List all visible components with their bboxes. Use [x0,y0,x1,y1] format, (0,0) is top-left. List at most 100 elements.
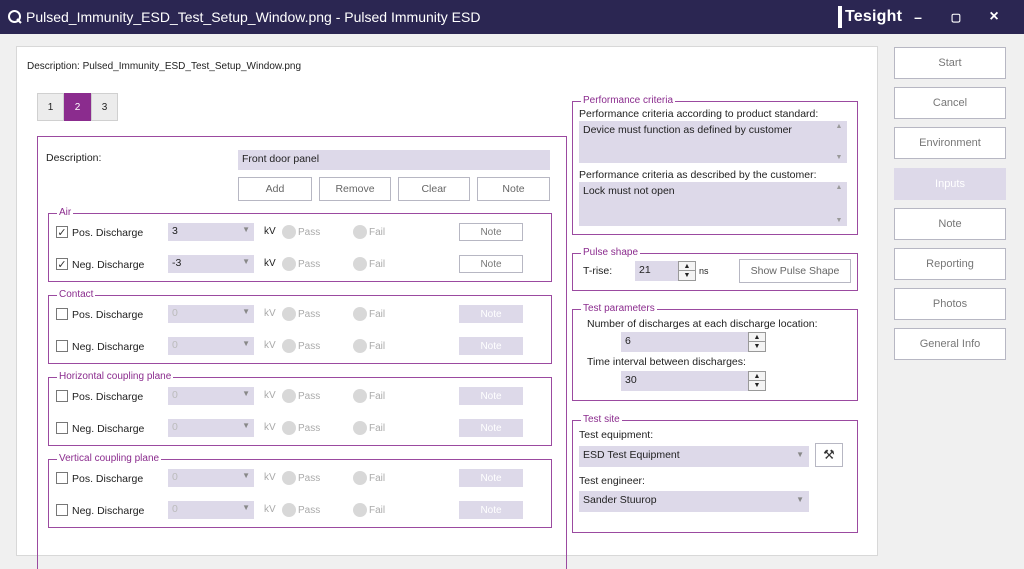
horizontal-neg-fail-label: Fail [369,423,386,434]
horizontal-neg-note-button[interactable]: Note [459,419,523,437]
vertical-pos-fail-label: Fail [369,473,386,484]
note-side-button[interactable]: Note [894,208,1006,240]
contact-pos-fail-radio[interactable] [353,307,367,321]
engineer-label: Test engineer: [579,475,645,487]
reporting-button[interactable]: Reporting [894,248,1006,280]
air-neg-checkbox[interactable]: ✓ [56,258,68,271]
remove-button[interactable]: Remove [319,177,391,201]
discharges-input[interactable]: 6 [621,332,749,352]
air-neg-fail-radio[interactable] [353,257,367,271]
customer-scrollbar[interactable]: ▲ ▼ [833,184,845,224]
air-group: Air ✓ Pos. Discharge 3 ▼ kV Pass Fail Not… [48,207,552,282]
vertical-pos-unit: kV [264,472,276,483]
air-pos-label: Pos. Discharge [72,227,144,239]
general-info-button[interactable]: General Info [894,328,1006,360]
tools-icon[interactable]: ⚒ [815,443,843,467]
engineer-select[interactable]: Sander Stuurop ▼ [579,491,809,512]
contact-neg-pass-radio[interactable] [282,339,296,353]
horizontal-neg-select[interactable]: 0 ▼ [168,419,254,437]
horizontal-neg-fail-radio[interactable] [353,421,367,435]
customer-label: Performance criteria as described by the… [579,169,817,181]
contact-neg-fail-radio[interactable] [353,339,367,353]
add-button[interactable]: Add [238,177,312,201]
inputs-button[interactable]: Inputs [894,168,1006,200]
trise-input[interactable]: 21 [635,261,679,281]
photos-button[interactable]: Photos [894,288,1006,320]
vertical-neg-fail-radio[interactable] [353,503,367,517]
air-neg-row: ✓ Neg. Discharge -3 ▼ kV Pass Fail Note [49,254,551,274]
horizontal-pos-unit: kV [264,390,276,401]
contact-pos-pass-radio[interactable] [282,307,296,321]
environment-button[interactable]: Environment [894,127,1006,159]
air-pos-unit: kV [264,226,276,237]
contact-neg-label: Neg. Discharge [72,341,145,353]
air-neg-pass-radio[interactable] [282,257,296,271]
interval-spinner[interactable]: ▲ ▼ [748,371,766,391]
air-pos-note-button[interactable]: Note [459,223,523,241]
horizontal-pos-select[interactable]: 0 ▼ [168,387,254,405]
note-button[interactable]: Note [477,177,550,201]
horizontal-neg-label: Neg. Discharge [72,423,145,435]
horizontal-neg-pass-radio[interactable] [282,421,296,435]
maximize-button[interactable]: ▢ [946,8,966,26]
vertical-neg-checkbox[interactable] [56,504,68,516]
horizontal-neg-pass-label: Pass [298,423,321,434]
description-input[interactable]: Front door panel [238,150,550,170]
vertical-neg-pass-radio[interactable] [282,503,296,517]
standard-scrollbar[interactable]: ▲ ▼ [833,123,845,161]
interval-input[interactable]: 30 [621,371,749,391]
start-button[interactable]: Start [894,47,1006,79]
vertical-pos-fail-radio[interactable] [353,471,367,485]
air-neg-label: Neg. Discharge [72,259,145,271]
show-pulse-shape-button[interactable]: Show Pulse Shape [739,259,851,283]
test-parameters-group: Test parameters Number of discharges at … [572,303,858,401]
clear-button[interactable]: Clear [398,177,470,201]
horizontal-pos-note-button[interactable]: Note [459,387,523,405]
tab-3[interactable]: 3 [91,93,118,121]
vertical-pos-checkbox[interactable] [56,472,68,484]
horizontal-pos-checkbox[interactable] [56,390,68,402]
vertical-neg-select[interactable]: 0 ▼ [168,501,254,519]
air-pos-fail-radio[interactable] [353,225,367,239]
air-title: Air [57,207,74,218]
contact-neg-checkbox[interactable] [56,340,68,352]
cancel-button[interactable]: Cancel [894,87,1006,119]
air-pos-pass-radio[interactable] [282,225,296,239]
vertical-neg-note-button[interactable]: Note [459,501,523,519]
vertical-pos-label: Pos. Discharge [72,473,144,485]
tab-2[interactable]: 2 [64,93,91,121]
contact-neg-note-button[interactable]: Note [459,337,523,355]
test-site-group: Test site Test equipment: ESD Test Equip… [572,414,858,533]
minimize-button[interactable]: – [908,8,928,26]
vertical-pos-pass-radio[interactable] [282,471,296,485]
contact-pos-fail-label: Fail [369,309,386,320]
customer-textarea[interactable]: Lock must not open ▲ ▼ [579,182,847,226]
contact-pos-note-button[interactable]: Note [459,305,523,323]
contact-neg-row: Neg. Discharge 0 ▼ kV Pass Fail Note [49,336,551,356]
discharges-spinner[interactable]: ▲ ▼ [748,332,766,352]
close-button[interactable]: × [984,8,1004,26]
contact-neg-select[interactable]: 0 ▼ [168,337,254,355]
air-pos-select[interactable]: 3 ▼ [168,223,254,241]
tab-1[interactable]: 1 [37,93,64,121]
performance-title: Performance criteria [581,95,676,106]
vertical-pos-row: Pos. Discharge 0 ▼ kV Pass Fail Note [49,468,551,488]
contact-pos-checkbox[interactable] [56,308,68,320]
test-parameters-title: Test parameters [581,303,657,314]
vertical-neg-label: Neg. Discharge [72,505,145,517]
standard-textarea[interactable]: Device must function as defined by custo… [579,121,847,163]
contact-pos-select[interactable]: 0 ▼ [168,305,254,323]
horizontal-pos-pass-radio[interactable] [282,389,296,403]
air-neg-select[interactable]: -3 ▼ [168,255,254,273]
horizontal-group: Horizontal coupling plane Pos. Discharge… [48,371,552,446]
air-neg-note-button[interactable]: Note [459,255,523,273]
window-title: Pulsed_Immunity_ESD_Test_Setup_Window.pn… [26,9,481,25]
vertical-pos-note-button[interactable]: Note [459,469,523,487]
horizontal-neg-checkbox[interactable] [56,422,68,434]
air-pos-checkbox[interactable]: ✓ [56,226,68,239]
horizontal-pos-fail-radio[interactable] [353,389,367,403]
equipment-select[interactable]: ESD Test Equipment ▼ [579,446,809,467]
trise-spinner[interactable]: ▲ ▼ [678,261,696,281]
horizontal-pos-fail-label: Fail [369,391,386,402]
vertical-pos-select[interactable]: 0 ▼ [168,469,254,487]
